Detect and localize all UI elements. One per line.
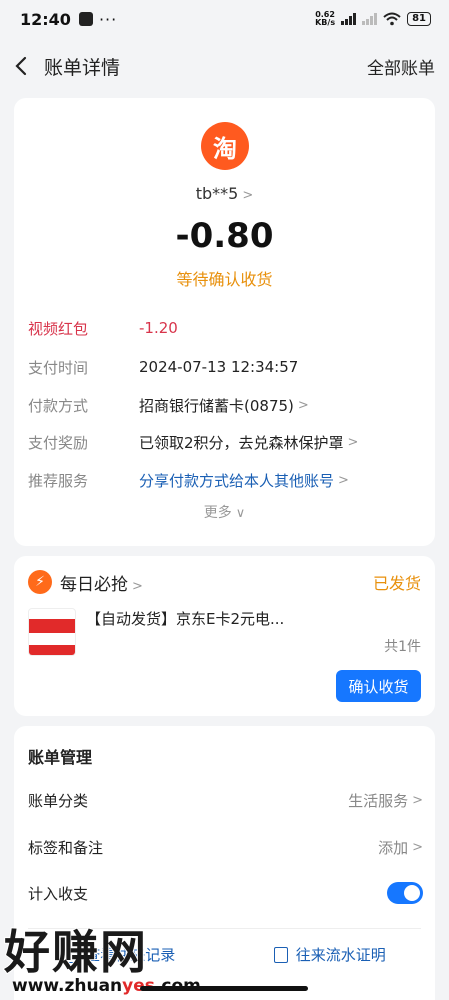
product-thumbnail[interactable]: [28, 608, 76, 656]
alarm-clock-icon: ⚡: [28, 570, 52, 594]
more-notifications-icon: ···: [98, 9, 118, 29]
detail-value: -1.20: [139, 319, 178, 337]
network-speed: 0.62 KB/s: [315, 10, 336, 27]
detail-value: 已领取2积分，去兑森林保护罩: [139, 433, 344, 452]
detail-label: 视频红包: [28, 319, 89, 338]
row-label: 标签和备注: [28, 838, 104, 857]
page-title: 账单详情: [44, 56, 121, 79]
merchant-name[interactable]: tb**5 >: [14, 184, 435, 203]
chevron-down-icon: ∨: [235, 506, 246, 521]
row-label: 计入收支: [28, 884, 89, 903]
wifi-icon: [383, 12, 401, 26]
daily-deal-card: ⚡ 每日必抢 > 已发货 【自动发货】京东E卡2元电... 共1件 确认收货: [14, 556, 435, 716]
signal-icon-2: [362, 13, 378, 25]
transaction-proof-link[interactable]: 往来流水证明: [273, 944, 386, 965]
row-value: 添加: [378, 838, 409, 857]
chevron-right-icon: >: [412, 839, 423, 855]
product-title[interactable]: 【自动发货】京东E卡2元电...: [86, 608, 284, 629]
product-quantity: 共1件: [384, 639, 421, 655]
merchant-logo: 淘: [201, 122, 249, 170]
site-watermark: 好赚网 www.zhuanyes.com: [3, 916, 204, 996]
confirm-receipt-button[interactable]: 确认收货: [336, 670, 421, 702]
detail-value: 分享付款方式给本人其他账号: [139, 471, 335, 490]
detail-row-red-packet: 视频红包 -1.20: [28, 314, 423, 342]
row-value: 生活服务: [348, 791, 409, 810]
all-bills-link[interactable]: 全部账单: [367, 54, 435, 79]
shipping-status: 已发货: [372, 574, 421, 593]
daily-deal-title[interactable]: 每日必抢 >: [60, 570, 143, 595]
detail-row-pay-method[interactable]: 付款方式 招商银行储蓄卡(0875) >: [28, 391, 423, 419]
status-time: 12:40: [20, 9, 71, 29]
back-icon[interactable]: [14, 55, 36, 77]
include-in-budget-toggle[interactable]: [387, 882, 423, 904]
detail-row-recommended-service[interactable]: 推荐服务 分享付款方式给本人其他账号 >: [28, 466, 423, 494]
chevron-right-icon: >: [338, 472, 349, 488]
detail-value: 招商银行储蓄卡(0875): [139, 396, 294, 415]
chevron-right-icon: >: [132, 579, 143, 594]
signal-icon: [341, 13, 357, 25]
bill-amount: -0.80: [175, 216, 274, 256]
detail-row-pay-reward[interactable]: 支付奖励 已领取2积分，去兑森林保护罩 >: [28, 428, 423, 456]
more-button[interactable]: 更多 ∨: [14, 502, 435, 522]
bill-status: 等待确认收货: [176, 270, 273, 289]
bill-category-row[interactable]: 账单分类 生活服务 >: [28, 786, 423, 814]
top-nav: 账单详情 全部账单: [0, 44, 449, 88]
detail-label: 支付时间: [28, 358, 89, 377]
chevron-right-icon: >: [297, 397, 309, 413]
watermark-text: 好赚网: [3, 924, 148, 980]
include-in-budget-row: 计入收支: [28, 879, 423, 907]
home-indicator[interactable]: [140, 986, 308, 991]
tags-notes-row[interactable]: 标签和备注 添加 >: [28, 833, 423, 861]
battery-indicator: 81: [407, 12, 431, 26]
detail-label: 推荐服务: [28, 471, 89, 490]
detail-row-pay-time: 支付时间 2024-07-13 12:34:57: [28, 353, 423, 381]
chevron-right-icon: >: [242, 188, 254, 203]
chevron-right-icon: >: [412, 792, 423, 808]
bill-detail-card: 淘 tb**5 > -0.80 等待确认收货 视频红包 -1.20 支付时间 20…: [14, 98, 435, 546]
section-title: 账单管理: [28, 748, 93, 767]
detail-label: 付款方式: [28, 396, 89, 415]
chevron-right-icon: >: [347, 434, 359, 450]
detail-value: 2024-07-13 12:34:57: [139, 358, 299, 376]
status-bar: 12:40 ··· 0.62 KB/s 81: [0, 0, 449, 38]
notification-app-icon: [78, 12, 93, 26]
row-label: 账单分类: [28, 791, 89, 810]
document-icon: [273, 946, 288, 963]
detail-label: 支付奖励: [28, 433, 89, 452]
